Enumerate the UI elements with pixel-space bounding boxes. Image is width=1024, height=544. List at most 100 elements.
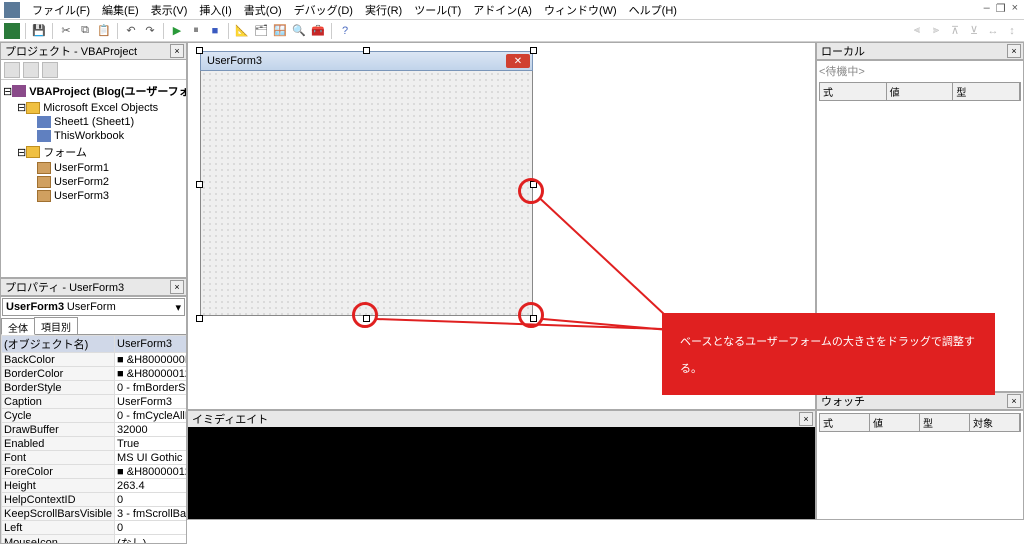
menu-window[interactable]: ウィンドウ(W) (538, 2, 623, 18)
menu-addin[interactable]: アドイン(A) (467, 2, 538, 18)
userform-caption: UserForm3 (207, 55, 262, 67)
immediate-window[interactable]: イミディエイト × (187, 410, 816, 520)
menu-help[interactable]: ヘルプ(H) (623, 2, 683, 18)
folder-icon[interactable] (42, 62, 58, 78)
property-row[interactable]: BorderColor■ &H80000012& (2, 367, 187, 381)
cut-icon[interactable]: ✂ (58, 23, 74, 39)
reset-icon[interactable]: ■ (207, 23, 223, 39)
annotation-circle-icon (518, 178, 544, 204)
locals-panel-title: ローカル × (816, 42, 1024, 60)
break-icon[interactable]: ⏸ (188, 23, 204, 39)
close-icon[interactable]: × (1007, 44, 1021, 58)
userform-window[interactable]: UserForm3 ✕ (200, 51, 533, 318)
project-panel-label: プロジェクト - VBAProject (5, 43, 137, 59)
excel-icon[interactable] (4, 23, 20, 39)
menu-view[interactable]: 表示(V) (145, 2, 194, 18)
immediate-body[interactable] (188, 427, 815, 519)
toolbox-icon[interactable]: 🧰 (310, 23, 326, 39)
design-icon[interactable]: 📐 (234, 23, 250, 39)
watch-col-type[interactable]: 型 (920, 414, 970, 431)
tree-userform1[interactable]: UserForm1 (54, 162, 109, 174)
resize-handle[interactable] (363, 47, 370, 54)
watch-col-value[interactable]: 値 (870, 414, 920, 431)
property-row[interactable]: EnabledTrue (2, 437, 187, 451)
property-row[interactable]: KeepScrollBarsVisible3 - fmScrollBarsBot… (2, 507, 187, 521)
redo-icon[interactable]: ↷ (142, 23, 158, 39)
property-row[interactable]: BorderStyle0 - fmBorderStyleNone (2, 381, 187, 395)
property-row[interactable]: HelpContextID0 (2, 493, 187, 507)
run-icon[interactable]: ▶ (169, 23, 185, 39)
userform-close-icon[interactable]: ✕ (506, 54, 530, 68)
property-row[interactable]: MouseIcon(なし) (2, 535, 187, 544)
project-icon[interactable]: 🗂 (253, 23, 269, 39)
close-icon[interactable]: × (1007, 394, 1021, 408)
property-row[interactable]: (オブジェクト名)UserForm3 (2, 336, 187, 353)
tree-userform2[interactable]: UserForm2 (54, 176, 109, 188)
close-icon[interactable]: × (170, 44, 184, 58)
property-row[interactable]: DrawBuffer32000 (2, 423, 187, 437)
property-row[interactable]: Cycle0 - fmCycleAllForms (2, 409, 187, 423)
watch-col-target[interactable]: 対象 (970, 414, 1020, 431)
property-row[interactable]: CaptionUserForm3 (2, 395, 187, 409)
menu-run[interactable]: 実行(R) (359, 2, 408, 18)
same-height-icon[interactable]: ↕ (1004, 23, 1020, 39)
locals-status: <待機中> (819, 63, 1021, 79)
align-top-icon[interactable]: ⊼ (947, 23, 963, 39)
locals-col-expr[interactable]: 式 (820, 83, 887, 100)
resize-handle[interactable] (196, 181, 203, 188)
paste-icon[interactable]: 📋 (96, 23, 112, 39)
resize-handle[interactable] (196, 47, 203, 54)
locals-col-type[interactable]: 型 (953, 83, 1020, 100)
locals-col-value[interactable]: 値 (887, 83, 954, 100)
browser-icon[interactable]: 🔍 (291, 23, 307, 39)
close-icon[interactable]: × (170, 280, 184, 294)
view-object-icon[interactable] (23, 62, 39, 78)
menu-file[interactable]: ファイル(F) (26, 2, 96, 18)
undo-icon[interactable]: ↶ (123, 23, 139, 39)
props-panel-label: プロパティ - UserForm3 (5, 279, 124, 295)
close-icon[interactable]: × (799, 412, 813, 426)
copy-icon[interactable]: ⧉ (77, 23, 93, 39)
menu-tools[interactable]: ツール(T) (408, 2, 467, 18)
watch-header: 式 値 型 対象 (819, 413, 1021, 432)
menu-debug[interactable]: デバッグ(D) (288, 2, 359, 18)
resize-handle[interactable] (530, 47, 537, 54)
tree-workbook[interactable]: ThisWorkbook (54, 130, 124, 142)
menu-format[interactable]: 書式(O) (238, 2, 288, 18)
immediate-title: イミディエイト (192, 411, 268, 427)
properties-grid[interactable]: (オブジェクト名)UserForm3BackColor■ &H8000000F&… (1, 335, 186, 543)
project-tree[interactable]: ⊟VBAProject (Blog(ユーザーフォーム).xlsm) ⊟Micro… (1, 80, 186, 277)
props-icon[interactable]: 🪟 (272, 23, 288, 39)
tree-forms-folder[interactable]: フォーム (43, 144, 87, 160)
tree-project-root[interactable]: VBAProject (Blog(ユーザーフォーム).xlsm) (29, 83, 186, 99)
align-bottom-icon[interactable]: ⊻ (966, 23, 982, 39)
toolbar: 💾 ✂ ⧉ 📋 ↶ ↷ ▶ ⏸ ■ 📐 🗂 🪟 🔍 🧰 ? ⫷ ⫸ ⊼ ⊻ ↔ … (0, 20, 1024, 42)
same-width-icon[interactable]: ↔ (985, 23, 1001, 39)
menu-edit[interactable]: 編集(E) (96, 2, 145, 18)
close-button[interactable]: × (1012, 2, 1018, 15)
tree-sheet1[interactable]: Sheet1 (Sheet1) (54, 116, 134, 128)
tree-userform3[interactable]: UserForm3 (54, 190, 109, 202)
align-center-icon[interactable]: ⫸ (928, 23, 944, 39)
userform-body[interactable] (200, 71, 533, 316)
watch-label: ウォッチ (821, 393, 865, 409)
help-icon[interactable]: ? (337, 23, 353, 39)
props-object-dropdown[interactable]: UserForm3 UserForm▾ (2, 298, 185, 316)
tab-categorized[interactable]: 項目別 (34, 317, 78, 334)
property-row[interactable]: ForeColor■ &H80000012& (2, 465, 187, 479)
tree-excel-objects[interactable]: Microsoft Excel Objects (43, 102, 158, 114)
property-row[interactable]: Height263.4 (2, 479, 187, 493)
align-left-icon[interactable]: ⫷ (909, 23, 925, 39)
property-row[interactable]: BackColor■ &H8000000F& (2, 353, 187, 367)
annotation-text: ベースとなるユーザーフォームの大きさをドラッグで調整する。 (680, 336, 975, 375)
maximize-button[interactable]: ❐ (996, 2, 1006, 15)
watch-col-expr[interactable]: 式 (820, 414, 870, 431)
property-row[interactable]: Left0 (2, 521, 187, 535)
minimize-button[interactable]: – (984, 2, 990, 15)
save-icon[interactable]: 💾 (31, 23, 47, 39)
resize-handle[interactable] (196, 315, 203, 322)
view-code-icon[interactable] (4, 62, 20, 78)
menu-insert[interactable]: 挿入(I) (193, 2, 237, 18)
tab-all[interactable]: 全体 (1, 318, 35, 335)
property-row[interactable]: FontMS UI Gothic (2, 451, 187, 465)
